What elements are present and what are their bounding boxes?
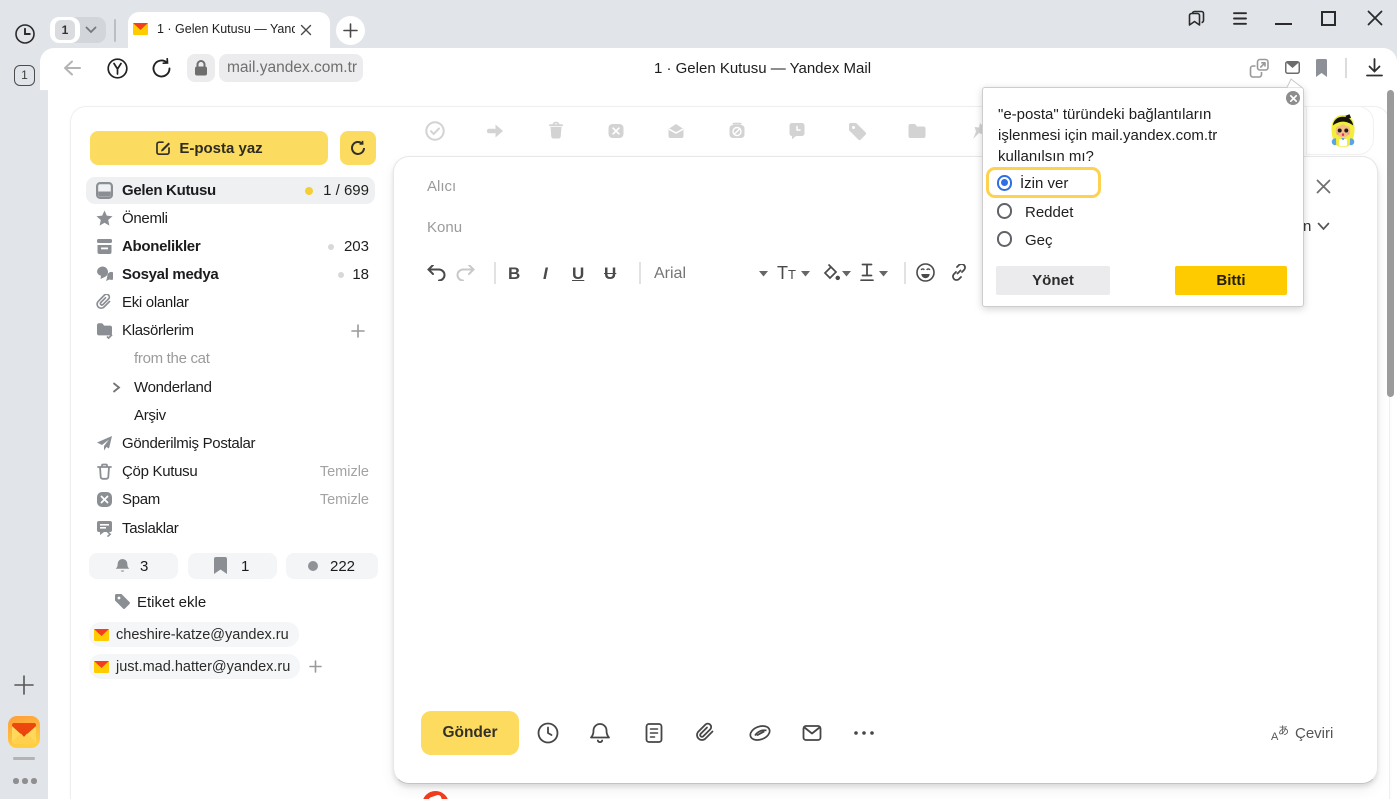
svg-text:あ: あ [1278, 724, 1289, 737]
